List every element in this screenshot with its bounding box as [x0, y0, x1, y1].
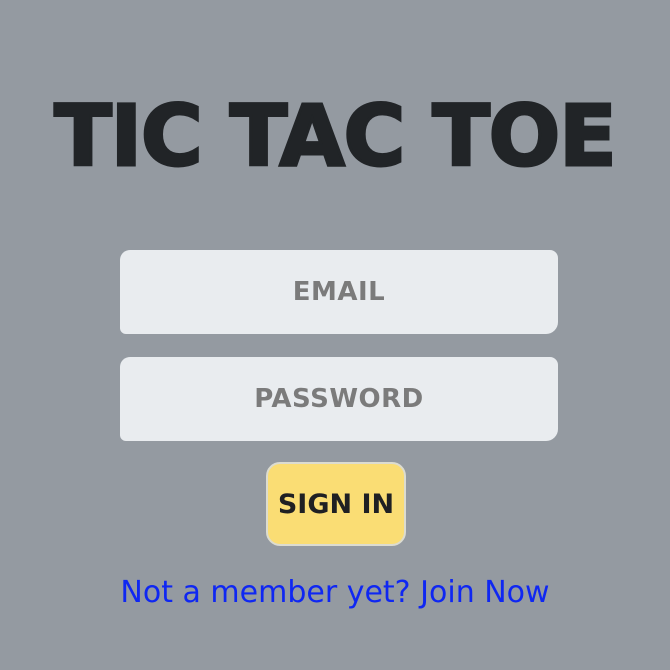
- join-now-link[interactable]: Join Now: [420, 575, 549, 610]
- password-field[interactable]: [120, 357, 558, 441]
- sign-in-button[interactable]: SIGN IN: [266, 462, 406, 546]
- email-field[interactable]: [120, 250, 558, 334]
- signup-prompt: Not a member yet? Join Now: [0, 574, 670, 612]
- signup-prompt-text: Not a member yet?: [120, 575, 411, 610]
- app-title: TIC TAC TOE: [53, 87, 618, 186]
